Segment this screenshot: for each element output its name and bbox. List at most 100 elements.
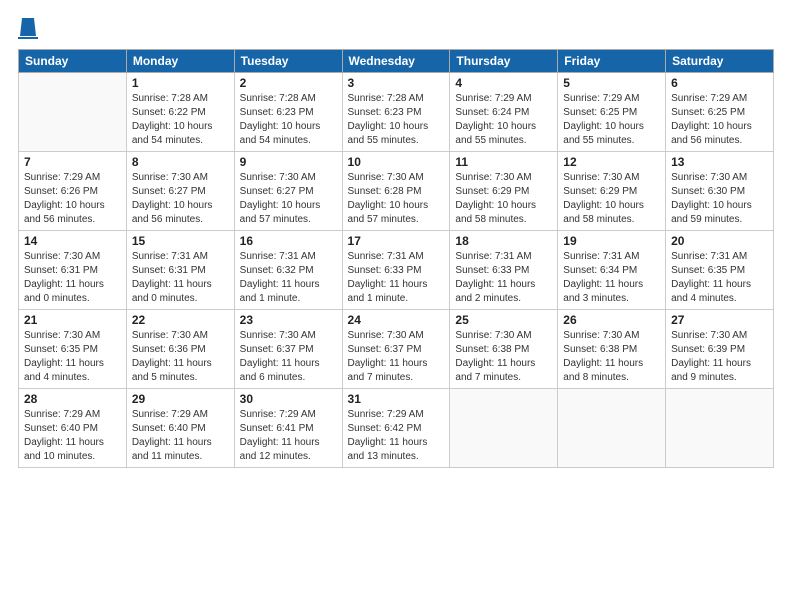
day-info: Sunrise: 7:31 AM Sunset: 6:33 PM Dayligh… bbox=[455, 250, 552, 306]
calendar-week-3: 14 Sunrise: 7:30 AM Sunset: 6:31 PM Dayli… bbox=[19, 231, 774, 310]
day-info: Sunrise: 7:30 AM Sunset: 6:37 PM Dayligh… bbox=[240, 329, 337, 385]
day-number: 20 bbox=[671, 234, 768, 248]
day-info: Sunrise: 7:30 AM Sunset: 6:38 PM Dayligh… bbox=[563, 329, 660, 385]
day-info: Sunrise: 7:30 AM Sunset: 6:36 PM Dayligh… bbox=[132, 329, 229, 385]
day-info: Sunrise: 7:29 AM Sunset: 6:42 PM Dayligh… bbox=[348, 408, 445, 464]
day-info: Sunrise: 7:30 AM Sunset: 6:31 PM Dayligh… bbox=[24, 250, 121, 306]
calendar-cell bbox=[450, 389, 558, 468]
day-info: Sunrise: 7:30 AM Sunset: 6:29 PM Dayligh… bbox=[563, 171, 660, 227]
calendar-cell: 24 Sunrise: 7:30 AM Sunset: 6:37 PM Dayli… bbox=[342, 310, 450, 389]
day-number: 23 bbox=[240, 313, 337, 327]
day-number: 1 bbox=[132, 76, 229, 90]
calendar-week-4: 21 Sunrise: 7:30 AM Sunset: 6:35 PM Dayli… bbox=[19, 310, 774, 389]
calendar-cell: 12 Sunrise: 7:30 AM Sunset: 6:29 PM Dayli… bbox=[558, 152, 666, 231]
day-number: 17 bbox=[348, 234, 445, 248]
day-info: Sunrise: 7:30 AM Sunset: 6:29 PM Dayligh… bbox=[455, 171, 552, 227]
day-number: 7 bbox=[24, 155, 121, 169]
calendar-cell: 2 Sunrise: 7:28 AM Sunset: 6:23 PM Daylig… bbox=[234, 73, 342, 152]
day-info: Sunrise: 7:30 AM Sunset: 6:38 PM Dayligh… bbox=[455, 329, 552, 385]
weekday-header-thursday: Thursday bbox=[450, 50, 558, 73]
day-number: 2 bbox=[240, 76, 337, 90]
calendar-cell: 18Sunrise: 7:31 AM Sunset: 6:33 PM Dayli… bbox=[450, 231, 558, 310]
weekday-header-friday: Friday bbox=[558, 50, 666, 73]
calendar-cell: 17 Sunrise: 7:31 AM Sunset: 6:33 PM Dayli… bbox=[342, 231, 450, 310]
calendar-body: 1 Sunrise: 7:28 AM Sunset: 6:22 PM Daylig… bbox=[19, 73, 774, 468]
calendar-cell: 5 Sunrise: 7:29 AM Sunset: 6:25 PM Daylig… bbox=[558, 73, 666, 152]
day-number: 8 bbox=[132, 155, 229, 169]
calendar-cell: 29 Sunrise: 7:29 AM Sunset: 6:40 PM Dayli… bbox=[126, 389, 234, 468]
header bbox=[18, 18, 774, 39]
calendar-cell: 22 Sunrise: 7:30 AM Sunset: 6:36 PM Dayli… bbox=[126, 310, 234, 389]
calendar-cell: 26 Sunrise: 7:30 AM Sunset: 6:38 PM Dayli… bbox=[558, 310, 666, 389]
calendar-cell: 30 Sunrise: 7:29 AM Sunset: 6:41 PM Dayli… bbox=[234, 389, 342, 468]
day-number: 26 bbox=[563, 313, 660, 327]
calendar-cell: 7 Sunrise: 7:29 AM Sunset: 6:26 PM Daylig… bbox=[19, 152, 127, 231]
weekday-header-tuesday: Tuesday bbox=[234, 50, 342, 73]
day-info: Sunrise: 7:31 AM Sunset: 6:32 PM Dayligh… bbox=[240, 250, 337, 306]
day-number: 6 bbox=[671, 76, 768, 90]
day-number: 3 bbox=[348, 76, 445, 90]
day-number: 25 bbox=[455, 313, 552, 327]
calendar-cell bbox=[19, 73, 127, 152]
day-info: Sunrise: 7:30 AM Sunset: 6:30 PM Dayligh… bbox=[671, 171, 768, 227]
day-number: 15 bbox=[132, 234, 229, 248]
day-info: Sunrise: 7:29 AM Sunset: 6:25 PM Dayligh… bbox=[563, 92, 660, 148]
day-number: 28 bbox=[24, 392, 121, 406]
calendar-cell: 19Sunrise: 7:31 AM Sunset: 6:34 PM Dayli… bbox=[558, 231, 666, 310]
calendar-cell: 1 Sunrise: 7:28 AM Sunset: 6:22 PM Daylig… bbox=[126, 73, 234, 152]
day-number: 21 bbox=[24, 313, 121, 327]
logo-underline bbox=[18, 37, 38, 39]
day-number: 14 bbox=[24, 234, 121, 248]
day-number: 16 bbox=[240, 234, 337, 248]
day-info: Sunrise: 7:28 AM Sunset: 6:22 PM Dayligh… bbox=[132, 92, 229, 148]
day-number: 30 bbox=[240, 392, 337, 406]
calendar-week-1: 1 Sunrise: 7:28 AM Sunset: 6:22 PM Daylig… bbox=[19, 73, 774, 152]
day-info: Sunrise: 7:30 AM Sunset: 6:39 PM Dayligh… bbox=[671, 329, 768, 385]
calendar-table: SundayMondayTuesdayWednesdayThursdayFrid… bbox=[18, 49, 774, 468]
day-number: 27 bbox=[671, 313, 768, 327]
day-number: 31 bbox=[348, 392, 445, 406]
calendar-cell: 8Sunrise: 7:30 AM Sunset: 6:27 PM Daylig… bbox=[126, 152, 234, 231]
day-number: 13 bbox=[671, 155, 768, 169]
day-number: 24 bbox=[348, 313, 445, 327]
calendar-cell: 9Sunrise: 7:30 AM Sunset: 6:27 PM Daylig… bbox=[234, 152, 342, 231]
day-info: Sunrise: 7:31 AM Sunset: 6:34 PM Dayligh… bbox=[563, 250, 660, 306]
day-info: Sunrise: 7:29 AM Sunset: 6:26 PM Dayligh… bbox=[24, 171, 121, 227]
day-info: Sunrise: 7:29 AM Sunset: 6:40 PM Dayligh… bbox=[132, 408, 229, 464]
calendar-cell: 10 Sunrise: 7:30 AM Sunset: 6:28 PM Dayli… bbox=[342, 152, 450, 231]
day-number: 12 bbox=[563, 155, 660, 169]
day-number: 29 bbox=[132, 392, 229, 406]
day-info: Sunrise: 7:29 AM Sunset: 6:40 PM Dayligh… bbox=[24, 408, 121, 464]
day-number: 5 bbox=[563, 76, 660, 90]
calendar-cell bbox=[558, 389, 666, 468]
calendar-cell: 14 Sunrise: 7:30 AM Sunset: 6:31 PM Dayli… bbox=[19, 231, 127, 310]
calendar-cell: 27 Sunrise: 7:30 AM Sunset: 6:39 PM Dayli… bbox=[666, 310, 774, 389]
day-number: 22 bbox=[132, 313, 229, 327]
day-info: Sunrise: 7:28 AM Sunset: 6:23 PM Dayligh… bbox=[240, 92, 337, 148]
calendar-header: SundayMondayTuesdayWednesdayThursdayFrid… bbox=[19, 50, 774, 73]
calendar-cell: 11 Sunrise: 7:30 AM Sunset: 6:29 PM Dayli… bbox=[450, 152, 558, 231]
calendar-cell: 20 Sunrise: 7:31 AM Sunset: 6:35 PM Dayli… bbox=[666, 231, 774, 310]
day-number: 10 bbox=[348, 155, 445, 169]
day-info: Sunrise: 7:30 AM Sunset: 6:28 PM Dayligh… bbox=[348, 171, 445, 227]
day-info: Sunrise: 7:31 AM Sunset: 6:33 PM Dayligh… bbox=[348, 250, 445, 306]
day-number: 11 bbox=[455, 155, 552, 169]
calendar-cell: 6Sunrise: 7:29 AM Sunset: 6:25 PM Daylig… bbox=[666, 73, 774, 152]
day-info: Sunrise: 7:31 AM Sunset: 6:35 PM Dayligh… bbox=[671, 250, 768, 306]
day-info: Sunrise: 7:29 AM Sunset: 6:41 PM Dayligh… bbox=[240, 408, 337, 464]
weekday-row: SundayMondayTuesdayWednesdayThursdayFrid… bbox=[19, 50, 774, 73]
calendar-cell: 21 Sunrise: 7:30 AM Sunset: 6:35 PM Dayli… bbox=[19, 310, 127, 389]
day-info: Sunrise: 7:28 AM Sunset: 6:23 PM Dayligh… bbox=[348, 92, 445, 148]
weekday-header-sunday: Sunday bbox=[19, 50, 127, 73]
calendar-cell: 31 Sunrise: 7:29 AM Sunset: 6:42 PM Dayli… bbox=[342, 389, 450, 468]
day-info: Sunrise: 7:31 AM Sunset: 6:31 PM Dayligh… bbox=[132, 250, 229, 306]
calendar-week-5: 28 Sunrise: 7:29 AM Sunset: 6:40 PM Dayli… bbox=[19, 389, 774, 468]
day-info: Sunrise: 7:30 AM Sunset: 6:37 PM Dayligh… bbox=[348, 329, 445, 385]
calendar-cell: 23 Sunrise: 7:30 AM Sunset: 6:37 PM Dayli… bbox=[234, 310, 342, 389]
calendar-cell: 25 Sunrise: 7:30 AM Sunset: 6:38 PM Dayli… bbox=[450, 310, 558, 389]
calendar-cell: 15 Sunrise: 7:31 AM Sunset: 6:31 PM Dayli… bbox=[126, 231, 234, 310]
logo bbox=[18, 18, 38, 39]
calendar-cell: 3 Sunrise: 7:28 AM Sunset: 6:23 PM Daylig… bbox=[342, 73, 450, 152]
day-info: Sunrise: 7:30 AM Sunset: 6:35 PM Dayligh… bbox=[24, 329, 121, 385]
calendar-cell: 28 Sunrise: 7:29 AM Sunset: 6:40 PM Dayli… bbox=[19, 389, 127, 468]
